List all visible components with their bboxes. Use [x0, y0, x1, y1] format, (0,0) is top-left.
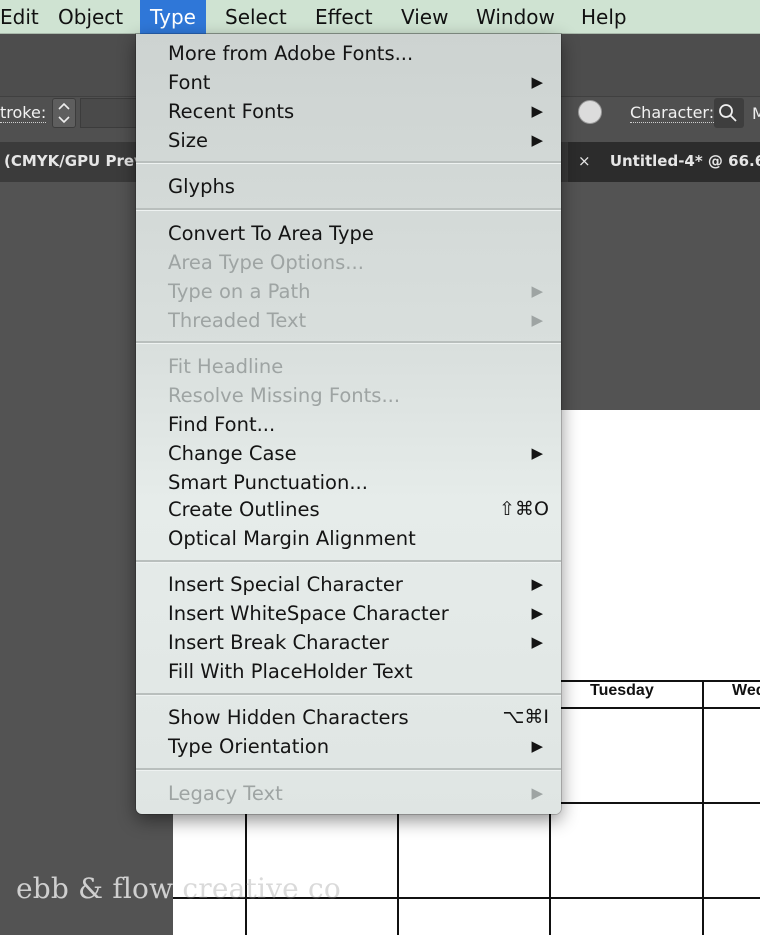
- menu-item-label: Insert Special Character: [168, 573, 403, 596]
- menu-item-type-orientation[interactable]: Type Orientation ▶: [136, 732, 561, 761]
- menu-item-label: Type Orientation: [168, 735, 330, 758]
- menu-help[interactable]: Help: [571, 0, 637, 34]
- magnifier-icon: [719, 104, 737, 122]
- calendar-column-rule: [549, 802, 551, 935]
- menu-item-fit-headline: Fit Headline: [136, 352, 561, 381]
- control-overflow-label: M: [752, 104, 760, 123]
- menu-item-label: Area Type Options...: [168, 251, 364, 274]
- menu-item-label: More from Adobe Fonts...: [168, 42, 414, 65]
- menu-item-label: Fill With PlaceHolder Text: [168, 660, 413, 683]
- submenu-arrow-icon: ▶: [531, 604, 543, 622]
- menu-item-create-outlines[interactable]: Create Outlines ⇧⌘O: [136, 495, 561, 524]
- recolor-globe-icon[interactable]: [578, 100, 602, 124]
- calendar-column-rule: [397, 802, 399, 935]
- submenu-arrow-icon: ▶: [531, 633, 543, 651]
- menu-item-label: Convert To Area Type: [168, 222, 374, 245]
- menu-item-label: Type on a Path: [168, 280, 311, 303]
- submenu-arrow-icon: ▶: [531, 575, 543, 593]
- menu-item-label: Insert Break Character: [168, 631, 389, 654]
- watermark: ebb & flow creative co: [16, 872, 341, 905]
- menu-view[interactable]: View: [391, 0, 458, 34]
- menu-item-find-font[interactable]: Find Font...: [136, 410, 561, 439]
- menu-item-change-case[interactable]: Change Case ▶: [136, 439, 561, 468]
- menu-item-label: Show Hidden Characters: [168, 706, 409, 729]
- menu-bar: Edit Object Type Select Effect View Wind…: [0, 0, 760, 34]
- menu-item-label: Threaded Text: [168, 309, 307, 332]
- menu-item-label: Font: [168, 71, 211, 94]
- character-label[interactable]: Character:: [630, 104, 715, 123]
- close-icon[interactable]: ×: [578, 152, 591, 170]
- menu-separator: [136, 161, 561, 164]
- menu-item-resolve-missing-fonts: Resolve Missing Fonts...: [136, 381, 561, 410]
- menu-item-threaded-text: Threaded Text ▶: [136, 306, 561, 335]
- submenu-arrow-icon: ▶: [531, 784, 543, 802]
- menu-item-label: Fit Headline: [168, 355, 284, 378]
- menu-item-convert-area-type[interactable]: Convert To Area Type: [136, 219, 561, 248]
- menu-separator: [136, 341, 561, 344]
- menu-item-label: Insert WhiteSpace Character: [168, 602, 449, 625]
- menu-item-label: Optical Margin Alignment: [168, 527, 416, 550]
- menu-item-optical-margin-alignment[interactable]: Optical Margin Alignment: [136, 524, 561, 553]
- menu-item-label: Size: [168, 129, 209, 152]
- menu-item-insert-break-character[interactable]: Insert Break Character ▶: [136, 628, 561, 657]
- submenu-arrow-icon: ▶: [531, 444, 543, 462]
- menu-item-label: Change Case: [168, 442, 297, 465]
- submenu-arrow-icon: ▶: [531, 102, 543, 120]
- menu-item-glyphs[interactable]: Glyphs: [136, 172, 561, 201]
- menu-item-label: Smart Punctuation...: [168, 471, 368, 494]
- menu-item-smart-punctuation[interactable]: Smart Punctuation...: [136, 468, 561, 497]
- shortcut-label: ⌥⌘I: [502, 706, 550, 728]
- calendar-header-wednesday: Wed: [732, 682, 760, 699]
- menu-separator: [136, 208, 561, 211]
- tab-label: Untitled-4* @ 66.67: [609, 152, 760, 170]
- menu-item-label: Legacy Text: [168, 782, 283, 805]
- menu-item-fill-placeholder-text[interactable]: Fill With PlaceHolder Text: [136, 657, 561, 686]
- tab-untitled-4[interactable]: × Untitled-4* @ 66.67: [568, 142, 760, 182]
- menu-separator: [136, 768, 561, 771]
- submenu-arrow-icon: ▶: [531, 73, 543, 91]
- menu-item-type-on-path: Type on a Path ▶: [136, 277, 561, 306]
- menu-item-label: Create Outlines: [168, 498, 320, 521]
- watermark-text: ebb & flow: [16, 872, 174, 905]
- menu-item-size[interactable]: Size ▶: [136, 126, 561, 155]
- tab-label: (CMYK/GPU Prev: [4, 152, 140, 170]
- menu-item-more-adobe-fonts[interactable]: More from Adobe Fonts...: [136, 39, 561, 68]
- menu-effect[interactable]: Effect: [305, 0, 383, 34]
- submenu-arrow-icon: ▶: [531, 311, 543, 329]
- menu-item-recent-fonts[interactable]: Recent Fonts ▶: [136, 97, 561, 126]
- stroke-weight-stepper[interactable]: [52, 98, 76, 128]
- submenu-arrow-icon: ▶: [531, 737, 543, 755]
- shortcut-label: ⇧⌘O: [499, 498, 549, 520]
- type-dropdown-menu: More from Adobe Fonts... Font ▶ Recent Fo…: [136, 34, 561, 814]
- menu-select[interactable]: Select: [215, 0, 297, 34]
- menu-item-label: Find Font...: [168, 413, 276, 436]
- menu-item-font[interactable]: Font ▶: [136, 68, 561, 97]
- menu-item-label: Glyphs: [168, 175, 235, 198]
- menu-window[interactable]: Window: [466, 0, 565, 34]
- calendar-header-tuesday: Tuesday: [590, 682, 654, 699]
- submenu-arrow-icon: ▶: [531, 282, 543, 300]
- stepper-arrows-icon: [58, 102, 70, 124]
- calendar-column-rule: [702, 680, 704, 935]
- menu-item-insert-special-character[interactable]: Insert Special Character ▶: [136, 570, 561, 599]
- font-search-icon[interactable]: [714, 98, 744, 128]
- menu-item-insert-whitespace-character[interactable]: Insert WhiteSpace Character ▶: [136, 599, 561, 628]
- menu-item-area-type-options: Area Type Options...: [136, 248, 561, 277]
- menu-item-legacy-text: Legacy Text ▶: [136, 779, 561, 808]
- tab-cmyk-document[interactable]: (CMYK/GPU Prev: [0, 142, 140, 182]
- watermark-faded-text: creative co: [173, 872, 341, 905]
- menu-separator: [136, 560, 561, 563]
- menu-separator: [136, 693, 561, 696]
- menu-type[interactable]: Type: [140, 0, 206, 34]
- menu-object[interactable]: Object: [48, 0, 133, 34]
- menu-item-show-hidden-characters[interactable]: Show Hidden Characters ⌥⌘I: [136, 703, 561, 732]
- submenu-arrow-icon: ▶: [531, 131, 543, 149]
- stroke-weight-field[interactable]: [80, 98, 140, 128]
- menu-item-label: Recent Fonts: [168, 100, 295, 123]
- menu-edit[interactable]: Edit: [0, 0, 49, 34]
- menu-item-label: Resolve Missing Fonts...: [168, 384, 401, 407]
- stroke-label: troke:: [0, 103, 47, 123]
